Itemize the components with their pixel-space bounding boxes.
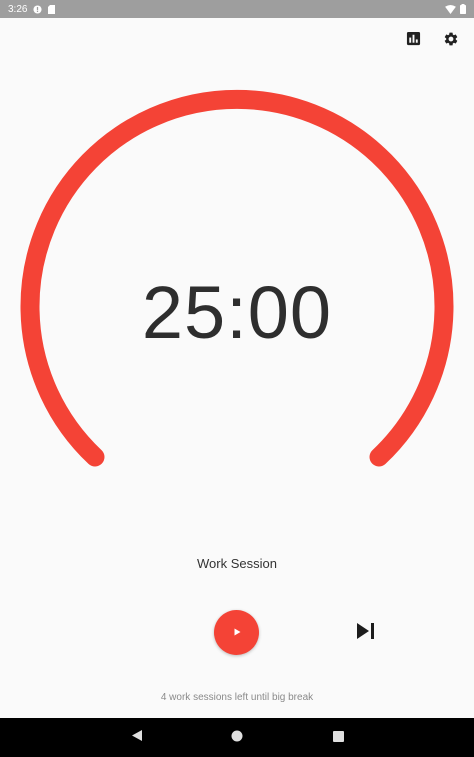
settings-button[interactable] [442,32,460,50]
wifi-icon [445,4,456,14]
session-label: Work Session [197,556,277,571]
back-icon [131,729,143,747]
status-time: 3:26 [8,3,28,15]
nav-home-button[interactable] [222,718,252,757]
status-bar: 3:26 [0,0,474,18]
home-icon [231,729,243,747]
top-actions [404,31,460,51]
recents-icon [332,729,344,747]
status-left: 3:26 [8,3,56,15]
play-button[interactable] [214,610,259,655]
statistics-icon [406,31,421,51]
skip-button[interactable] [352,620,380,646]
battery-icon [460,4,466,14]
skip-next-icon [355,622,377,645]
timer-display: 25:00 [141,271,333,354]
play-icon [232,624,242,642]
nav-bar [0,718,474,757]
settings-icon [443,31,459,52]
status-right [445,4,466,14]
sd-card-icon [48,4,56,14]
notification-icon [33,4,43,14]
nav-back-button[interactable] [122,718,152,757]
statistics-button[interactable] [404,31,422,51]
sessions-left-text: 4 work sessions left until big break [160,692,314,703]
nav-recents-button[interactable] [323,718,353,757]
